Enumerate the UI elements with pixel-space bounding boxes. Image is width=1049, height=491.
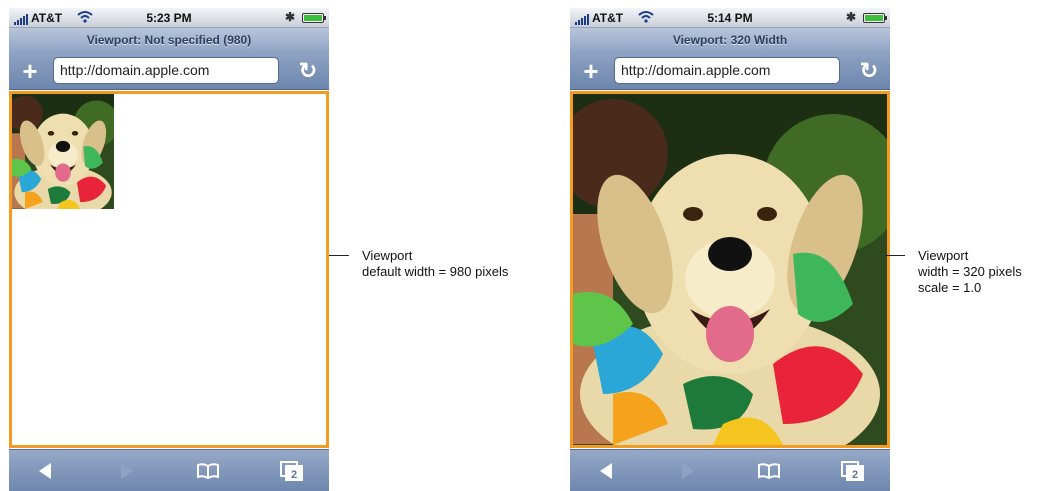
back-icon[interactable] (594, 459, 620, 483)
pages-count: 2 (291, 469, 297, 481)
bottom-toolbar: 2 (9, 449, 329, 491)
pages-icon[interactable]: 2 (840, 459, 866, 483)
bottom-toolbar: 2 (570, 449, 890, 491)
forward-icon[interactable] (674, 459, 700, 483)
page-title: Viewport: Not specified (980) (9, 28, 329, 52)
bookmarks-icon[interactable] (195, 459, 221, 483)
bookmarks-icon[interactable] (756, 459, 782, 483)
add-bookmark-icon[interactable]: + (578, 58, 604, 84)
viewport-frame (9, 91, 329, 448)
page-title: Viewport: 320 Width (570, 28, 890, 52)
forward-icon[interactable] (113, 459, 139, 483)
reload-icon[interactable]: ↻ (856, 58, 882, 84)
phone-screen-left: AT&T 5:23 PM ✱ Viewport: Not specified (… (9, 8, 329, 491)
bluetooth-icon: ✱ (284, 10, 295, 24)
battery-icon (863, 13, 887, 23)
url-field[interactable]: http://domain.apple.com (614, 57, 840, 84)
callout-width: width = 320 pixels (918, 264, 1022, 279)
viewport-frame (570, 91, 890, 448)
status-bar: AT&T 5:14 PM ✱ (570, 8, 890, 28)
status-time: 5:23 PM (146, 11, 192, 25)
dog-photo (573, 94, 887, 445)
callout-line-left (329, 255, 349, 256)
back-icon[interactable] (33, 459, 59, 483)
bluetooth-icon: ✱ (845, 10, 856, 24)
pages-icon[interactable]: 2 (279, 459, 305, 483)
add-bookmark-icon[interactable]: + (17, 58, 43, 84)
callout-title: Viewport (918, 248, 969, 263)
callout-left: Viewport default width = 980 pixels (362, 248, 508, 280)
pages-count: 2 (852, 469, 858, 481)
callout-right: Viewport width = 320 pixels scale = 1.0 (918, 248, 1022, 296)
callout-width: default width = 980 pixels (362, 264, 509, 279)
url-field[interactable]: http://domain.apple.com (53, 57, 279, 84)
status-time: 5:14 PM (707, 11, 753, 25)
reload-icon[interactable]: ↻ (295, 58, 321, 84)
callout-title: Viewport (362, 248, 413, 263)
callout-line-right (885, 255, 905, 256)
address-bar: + http://domain.apple.com ↻ (9, 52, 329, 90)
dog-photo (12, 94, 114, 209)
status-bar: AT&T 5:23 PM ✱ (9, 8, 329, 28)
address-bar: + http://domain.apple.com ↻ (570, 52, 890, 90)
callout-scale: scale = 1.0 (918, 280, 982, 295)
battery-icon (302, 13, 326, 23)
phone-screen-right: AT&T 5:14 PM ✱ Viewport: 320 Width + htt… (570, 8, 890, 491)
